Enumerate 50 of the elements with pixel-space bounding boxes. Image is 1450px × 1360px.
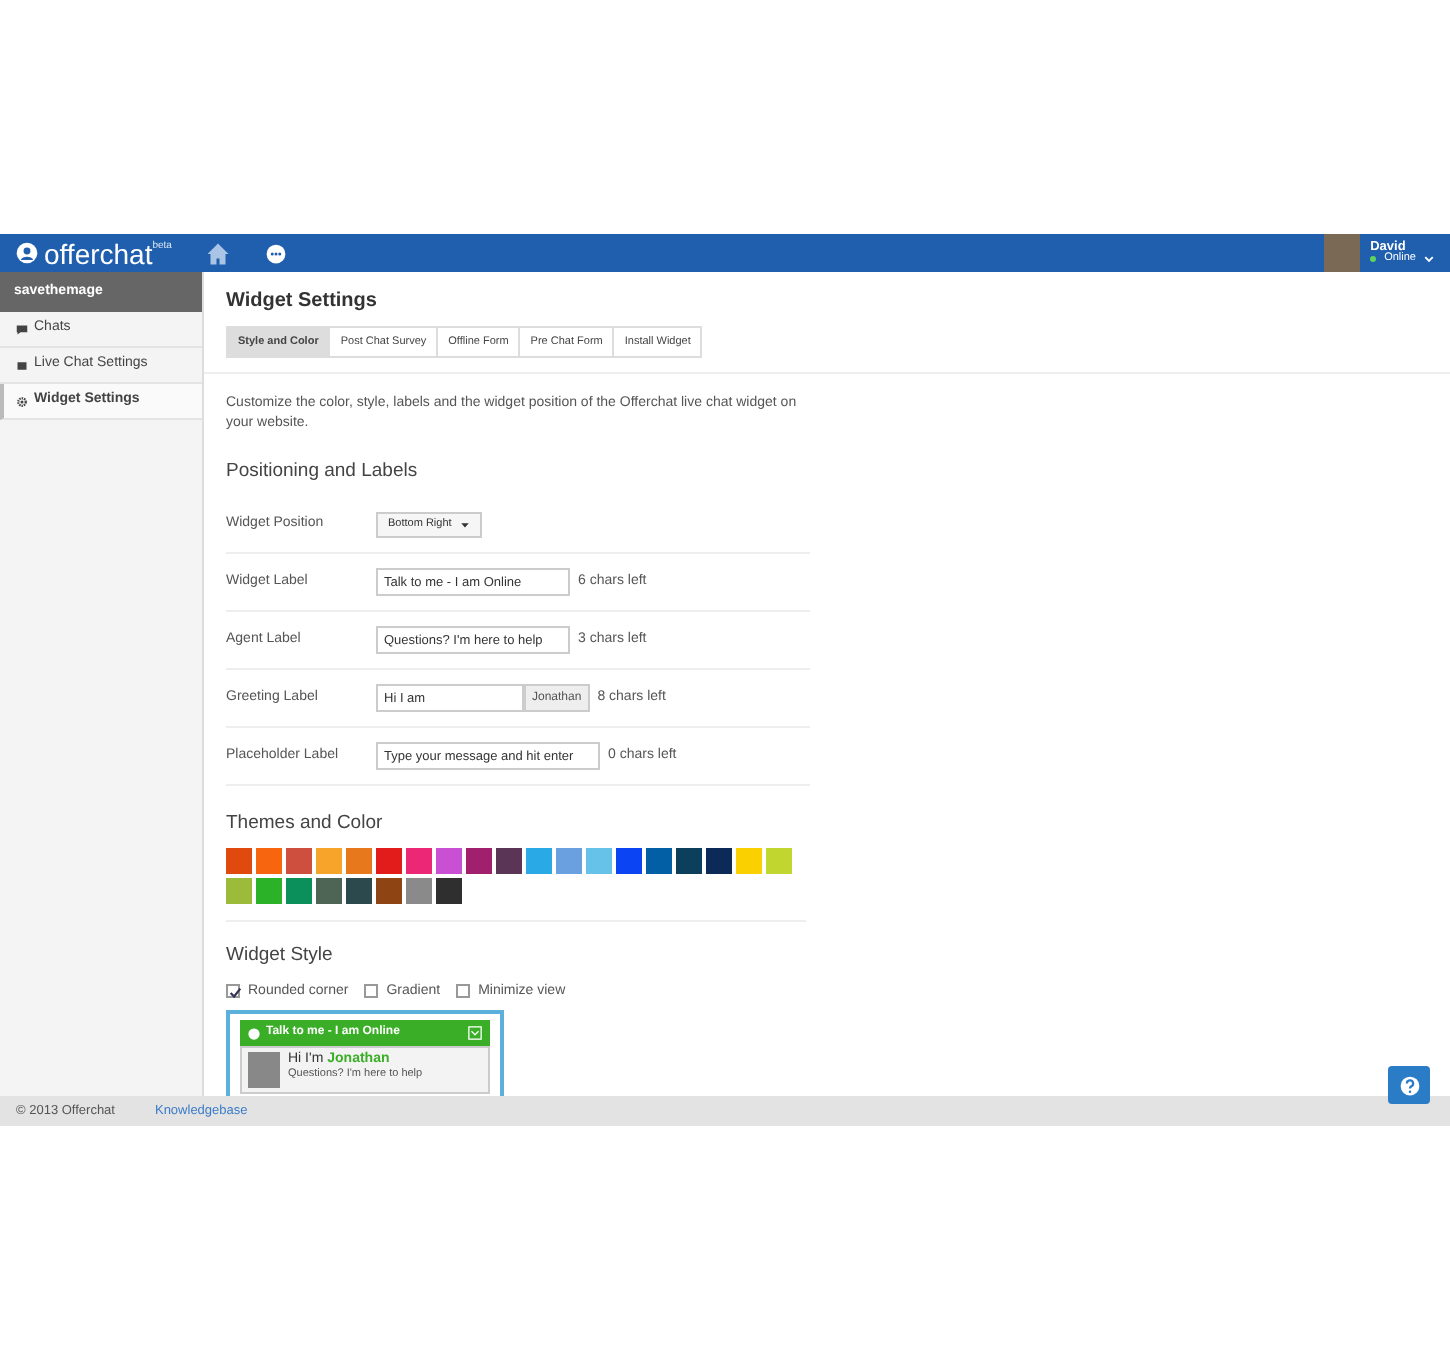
help-icon xyxy=(1399,1075,1419,1095)
logo-icon xyxy=(16,242,38,264)
home-icon[interactable] xyxy=(206,241,230,265)
color-swatch[interactable] xyxy=(316,848,342,875)
color-swatch[interactable] xyxy=(616,848,642,875)
color-swatch[interactable] xyxy=(466,848,492,875)
color-swatch[interactable] xyxy=(256,878,282,905)
chat-icon xyxy=(248,1027,260,1040)
color-swatch[interactable] xyxy=(406,878,432,905)
section-heading: Widget Style xyxy=(226,942,335,971)
color-swatch[interactable] xyxy=(226,848,252,875)
color-swatch[interactable] xyxy=(556,848,582,875)
color-swatch[interactable] xyxy=(316,878,342,905)
page-title: Widget Settings xyxy=(226,288,379,316)
checkbox[interactable] xyxy=(456,984,471,999)
color-swatch[interactable] xyxy=(286,878,312,905)
color-swatch[interactable] xyxy=(586,848,612,875)
color-swatch[interactable] xyxy=(646,848,672,875)
settings-icon xyxy=(16,395,28,407)
checkbox[interactable] xyxy=(226,984,240,999)
color-swatch[interactable] xyxy=(676,848,702,875)
color-swatch[interactable] xyxy=(256,848,282,875)
chat-icon[interactable] xyxy=(266,243,286,263)
color-swatch[interactable] xyxy=(376,848,402,875)
caret-icon xyxy=(1424,254,1434,265)
color-swatch[interactable] xyxy=(496,848,522,875)
color-swatch[interactable] xyxy=(286,848,312,875)
color-swatch[interactable] xyxy=(436,848,462,875)
color-swatch[interactable] xyxy=(706,848,732,875)
color-swatch[interactable] xyxy=(736,848,762,875)
caret-icon xyxy=(459,519,470,530)
section-heading: Positioning and Labels xyxy=(226,457,420,486)
color-swatch[interactable] xyxy=(406,848,432,875)
agent-avatar-placeholder xyxy=(248,1052,280,1089)
help-button[interactable] xyxy=(1388,1066,1430,1104)
square-icon xyxy=(16,359,28,371)
status-dot xyxy=(1370,256,1377,263)
minimize-icon xyxy=(468,1026,482,1041)
color-swatch[interactable] xyxy=(376,878,402,905)
color-swatch[interactable] xyxy=(766,848,792,875)
chat-icon xyxy=(16,323,28,335)
color-swatch[interactable] xyxy=(436,878,462,905)
brand-logo[interactable]: offerchat xyxy=(44,239,153,267)
color-swatch[interactable] xyxy=(346,878,372,905)
color-swatch[interactable] xyxy=(526,848,552,875)
color-swatch[interactable] xyxy=(226,878,252,905)
color-swatch[interactable] xyxy=(346,848,372,875)
checkbox[interactable] xyxy=(364,984,379,999)
section-heading: Themes and Color xyxy=(226,810,385,839)
avatar-photo-placeholder xyxy=(1324,234,1361,272)
